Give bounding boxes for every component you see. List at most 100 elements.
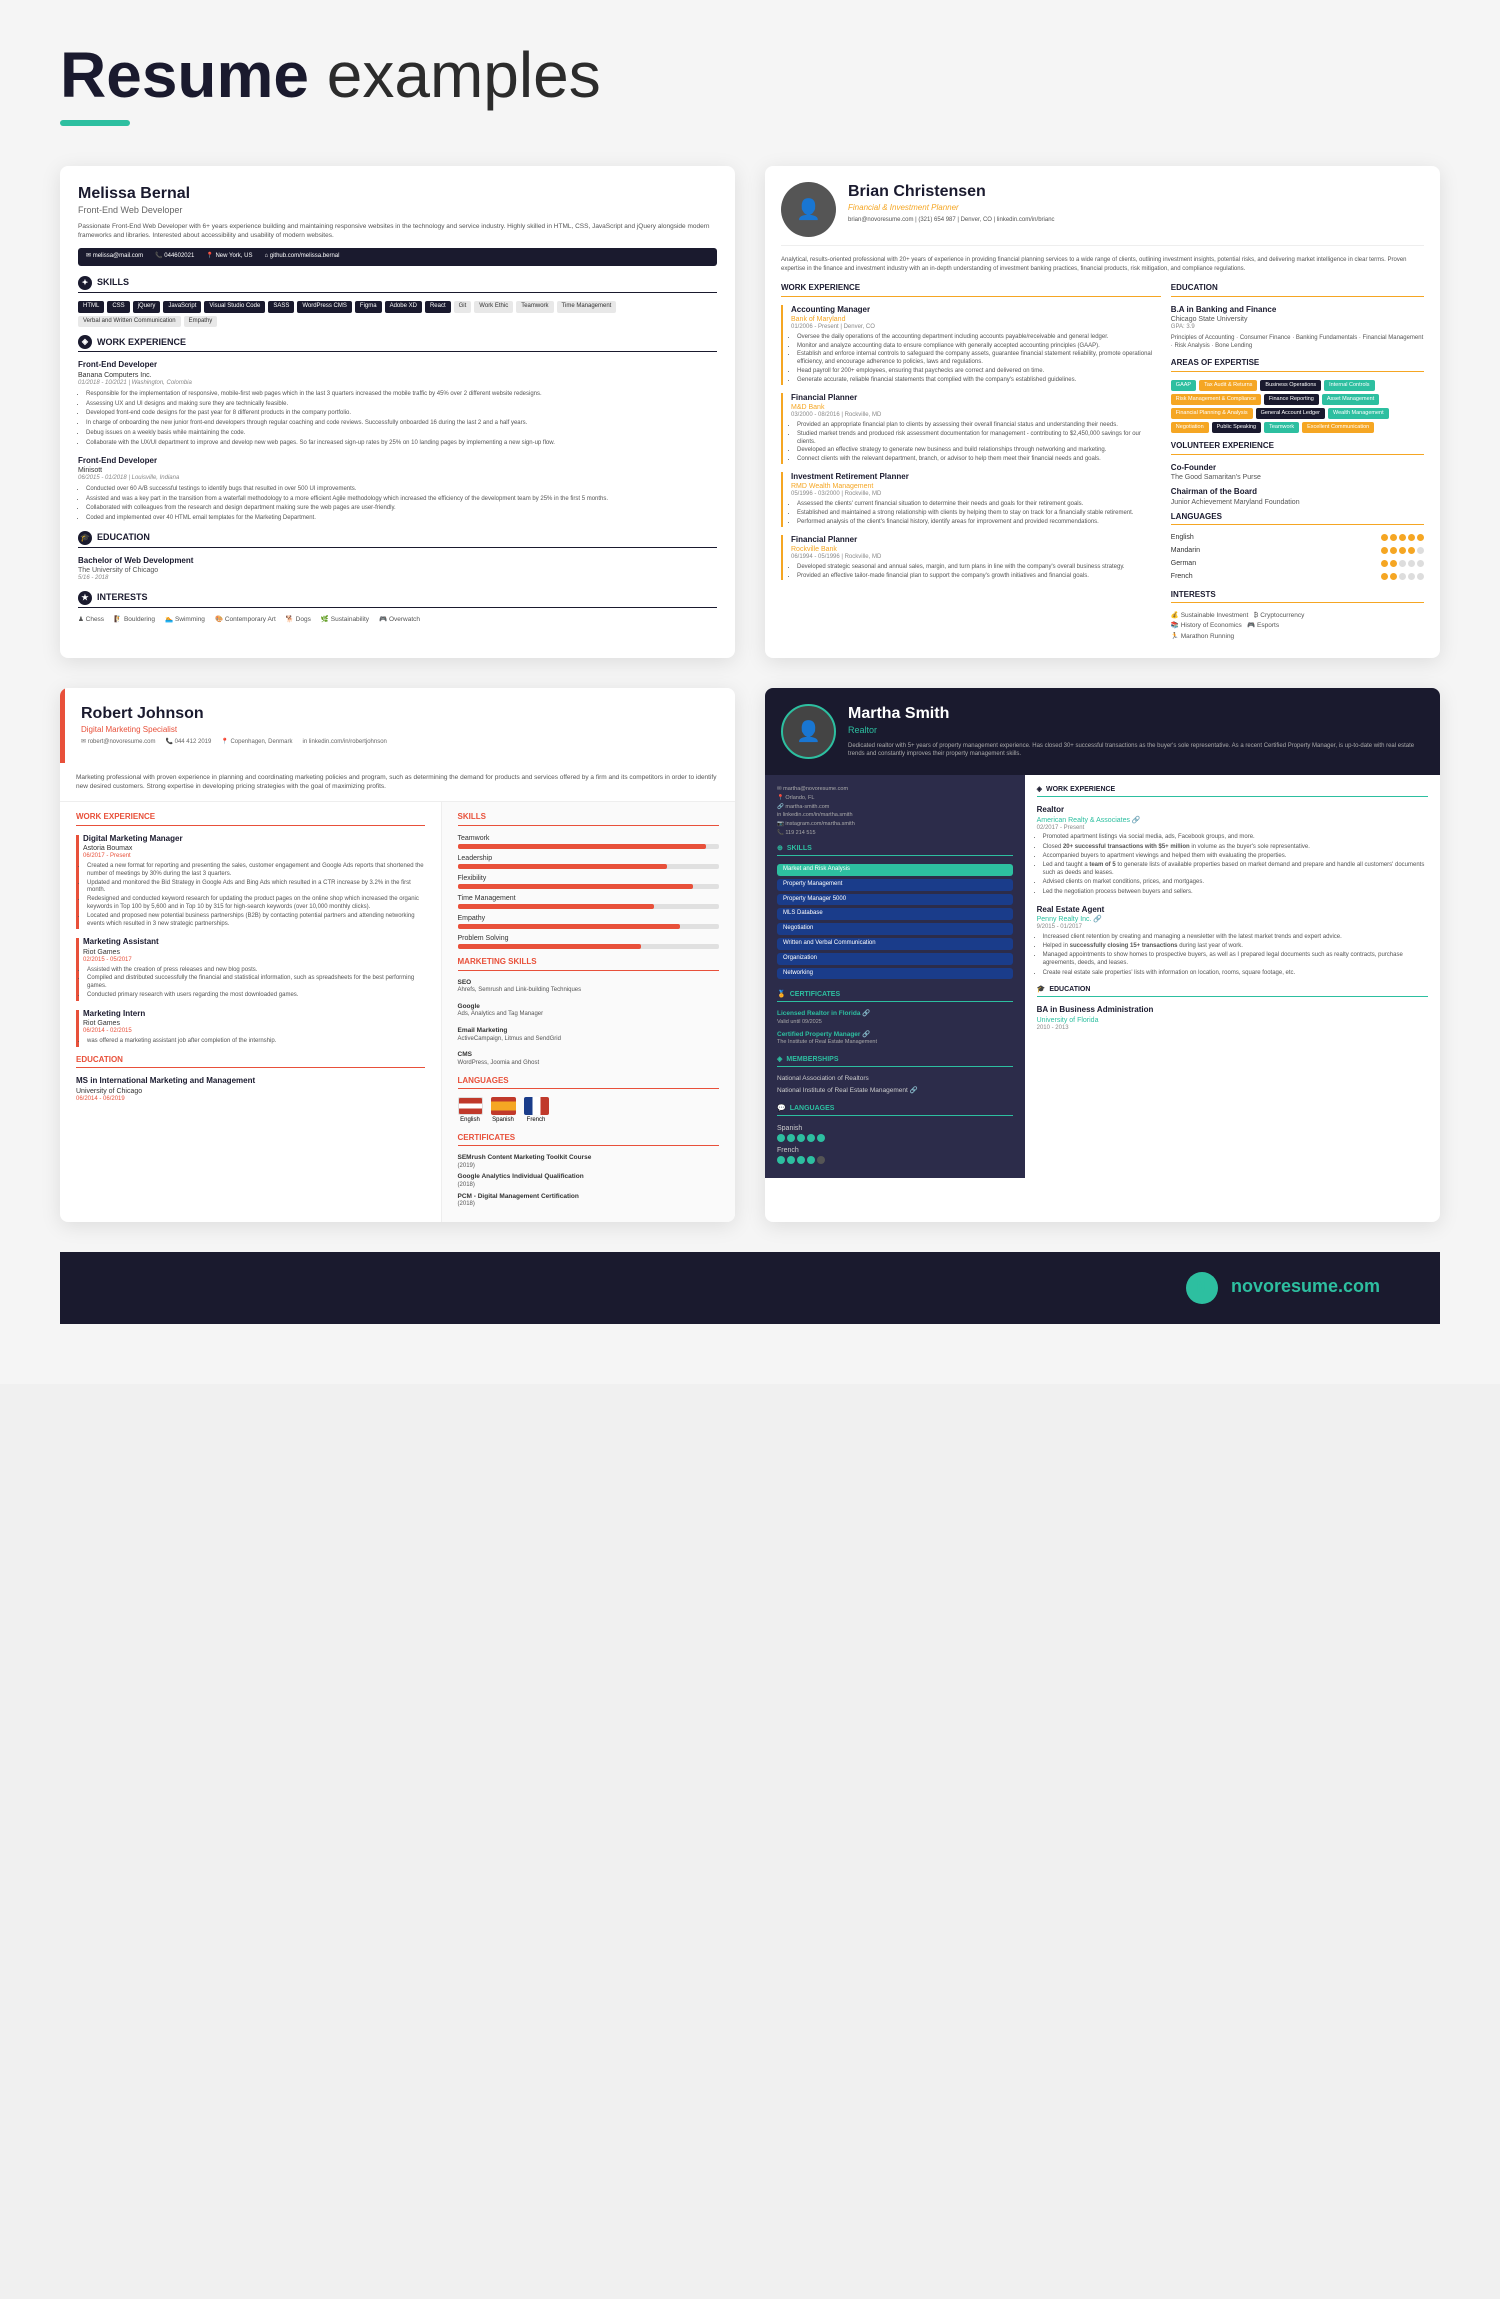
r4-skill-8: Networking xyxy=(777,968,1013,980)
r3-bio: Marketing professional with proven exper… xyxy=(60,763,735,802)
bullet: Coded and implemented over 40 HTML email… xyxy=(86,515,717,523)
r3-skill-teamwork: Teamwork xyxy=(458,834,719,849)
r4-skill-3: Property Manager 5000 xyxy=(777,894,1013,906)
r2-contact: brian@novoresume.com | (321) 654 987 | D… xyxy=(848,217,1424,225)
r1-skills-tags: HTML CSS jQuery JavaScript Visual Studio… xyxy=(78,301,717,328)
r1-w2-title: Front-End Developer xyxy=(78,456,717,466)
r1-work-title: ◈ WORK EXPERIENCE xyxy=(78,335,717,352)
r3-skill-time: Time Management xyxy=(458,894,719,909)
r1-edu-school: The University of Chicago xyxy=(78,566,717,575)
r2-photo: 👤 xyxy=(781,182,836,237)
skill-javascript: JavaScript xyxy=(163,301,201,313)
r1-phone: 📞 044602021 xyxy=(155,253,194,261)
r2-header-info: Brian Christensen Financial & Investment… xyxy=(848,182,1424,237)
interest-sustainability: 🌿 Sustainability xyxy=(321,616,369,624)
r3-name: Robert Johnson xyxy=(81,704,719,725)
resumes-grid: Melissa Bernal Front-End Web Developer P… xyxy=(60,166,1440,1221)
bullet: Collaborate with the UX/UI department to… xyxy=(86,440,717,448)
r1-contact-bar: ✉ melissa@mail.com 📞 044602021 📍 New Yor… xyxy=(78,248,717,266)
footer-logo: N novoresume.com xyxy=(1186,1272,1380,1304)
interest-art: 🎨 Contemporary Art xyxy=(215,616,276,624)
r2-right-col: EDUCATION B.A in Banking and Finance Chi… xyxy=(1171,283,1424,642)
r1-work-2: Front-End Developer Minisott 06/2015 - 0… xyxy=(78,456,717,523)
r4-skills-icon: ⊕ xyxy=(777,844,783,853)
skill-js: jQuery xyxy=(133,301,161,313)
r2-lang-french: French xyxy=(1171,572,1424,581)
r3-flag-english xyxy=(458,1097,483,1115)
r4-skill-4: MLS Database xyxy=(777,908,1013,920)
r4-contact-info: ✉ martha@novoresume.com 📍 Orlando, FL 🔗 … xyxy=(777,785,1013,838)
r4-member-2: National Institute of Real Estate Manage… xyxy=(777,1087,1013,1095)
r4-photo: 👤 xyxy=(781,704,836,759)
r1-w1-title: Front-End Developer xyxy=(78,360,717,370)
r1-interests-title: ★ INTERESTS xyxy=(78,591,717,608)
r4-work-icon: ◈ xyxy=(1037,785,1042,794)
bullet: In charge of onboarding the new junior f… xyxy=(86,420,717,428)
skill-teamwork: Teamwork xyxy=(516,301,553,313)
skill-empathy: Empathy xyxy=(184,316,218,328)
r1-github: ⌂ github.com/melissa.bernal xyxy=(264,253,339,261)
r2-lang-german: German xyxy=(1171,559,1424,568)
r3-linkedin: in linkedin.com/in/robertjohnson xyxy=(303,739,387,747)
r4-member-label: ◈ MEMBERSHIPS xyxy=(777,1055,1013,1067)
skill-wp: WordPress CMS xyxy=(297,301,352,313)
r1-edu-degree: Bachelor of Web Development xyxy=(78,556,717,566)
r4-skills-list: Market and Risk Analysis Property Manage… xyxy=(777,864,1013,982)
r4-header: 👤 Martha Smith Realtor Dedicated realtor… xyxy=(765,688,1440,775)
r2-edu-1: B.A in Banking and Finance Chicago State… xyxy=(1171,305,1424,351)
r3-flag-spanish xyxy=(491,1097,516,1115)
r3-skill-empathy: Empathy xyxy=(458,914,719,929)
r2-interests: 💰 Sustainable Investment ₿ Cryptocurrenc… xyxy=(1171,611,1424,642)
r2-edu-label: EDUCATION xyxy=(1171,283,1424,296)
r2-two-col: WORK EXPERIENCE Accounting Manager Bank … xyxy=(781,283,1424,642)
r4-skill-7: Organization xyxy=(777,953,1013,965)
r3-mkt-cms: CMS WordPress, Joomia and Ghost xyxy=(458,1051,719,1067)
r3-flag-en-wrap: English xyxy=(458,1097,483,1125)
r4-skill-5: Negotiation xyxy=(777,923,1013,935)
resume-card-martha: 👤 Martha Smith Realtor Dedicated realtor… xyxy=(765,688,1440,1222)
r3-left: WORK EXPERIENCE Digital Marketing Manage… xyxy=(60,802,442,1222)
r2-lang-label: LANGUAGES xyxy=(1171,512,1424,525)
skill-adobe: Adobe XD xyxy=(385,301,422,313)
r4-right: ◈ WORK EXPERIENCE Realtor American Realt… xyxy=(1025,775,1440,1178)
r4-left: ✉ martha@novoresume.com 📍 Orlando, FL 🔗 … xyxy=(765,775,1025,1178)
r2-vol-1: Co-Founder The Good Samaritan's Purse xyxy=(1171,463,1424,482)
r3-flag-es-wrap: Spanish xyxy=(491,1097,516,1125)
r3-skill-flexibility: Flexibility xyxy=(458,874,719,889)
skill-html: HTML xyxy=(78,301,104,313)
bullet: Assisted and was a key part in the trans… xyxy=(86,496,717,504)
r4-title: Realtor xyxy=(848,725,1424,737)
r1-work-1: Front-End Developer Banana Computers Inc… xyxy=(78,360,717,447)
r4-lang-french: French xyxy=(777,1146,1013,1164)
r4-cert-1: Licensed Realtor in Florida 🔗 Valid unti… xyxy=(777,1010,1013,1026)
r3-work-label: WORK EXPERIENCE xyxy=(76,812,425,825)
accent-line xyxy=(60,120,130,126)
r2-work-2: Financial Planner M&D Bank 03/2000 - 08/… xyxy=(781,393,1161,464)
r2-lang-mandarin: Mandarin xyxy=(1171,546,1424,555)
r1-skills-icon: ✦ xyxy=(78,276,92,290)
r1-email: ✉ melissa@mail.com xyxy=(86,253,143,261)
resume-card-robert: Robert Johnson Digital Marketing Special… xyxy=(60,688,735,1222)
bullet: Conducted over 60 A/B successful testing… xyxy=(86,486,717,494)
r4-lang-label: 💬 LANGUAGES xyxy=(777,1104,1013,1116)
r4-member-icon: ◈ xyxy=(777,1055,782,1064)
r2-left-col: WORK EXPERIENCE Accounting Manager Bank … xyxy=(781,283,1161,642)
r3-title: Digital Marketing Specialist xyxy=(81,725,719,735)
r3-work-2: Marketing Assistant Riot Games 02/2015 -… xyxy=(76,937,425,1000)
r3-work-1: Digital Marketing Manager Astoria Boumax… xyxy=(76,834,425,930)
r1-w1-company: Banana Computers Inc. xyxy=(78,371,717,380)
r2-work-label: WORK EXPERIENCE xyxy=(781,283,1161,296)
r2-expertise-label: AREAS OF EXPERTISE xyxy=(1171,358,1424,371)
r3-cert-3: PCM - Digital Management Certification (… xyxy=(458,1193,719,1209)
r4-cert-label: 🏅 CERTIFICATES xyxy=(777,990,1013,1002)
r1-edu-title: 🎓 EDUCATION xyxy=(78,531,717,548)
r3-body: WORK EXPERIENCE Digital Marketing Manage… xyxy=(60,802,735,1222)
r4-body: ✉ martha@novoresume.com 📍 Orlando, FL 🔗 … xyxy=(765,775,1440,1178)
r1-interests-icon: ★ xyxy=(78,591,92,605)
r4-lang-icon: 💬 xyxy=(777,1104,786,1113)
r4-name: Martha Smith xyxy=(848,704,1424,725)
page-title: Resume examples xyxy=(60,40,1440,110)
interest-chess: ♟ Chess xyxy=(78,616,104,624)
interest-swimming: 🏊 Swimming xyxy=(165,616,205,624)
r1-w2-bullets: Conducted over 60 A/B successful testing… xyxy=(86,486,717,523)
